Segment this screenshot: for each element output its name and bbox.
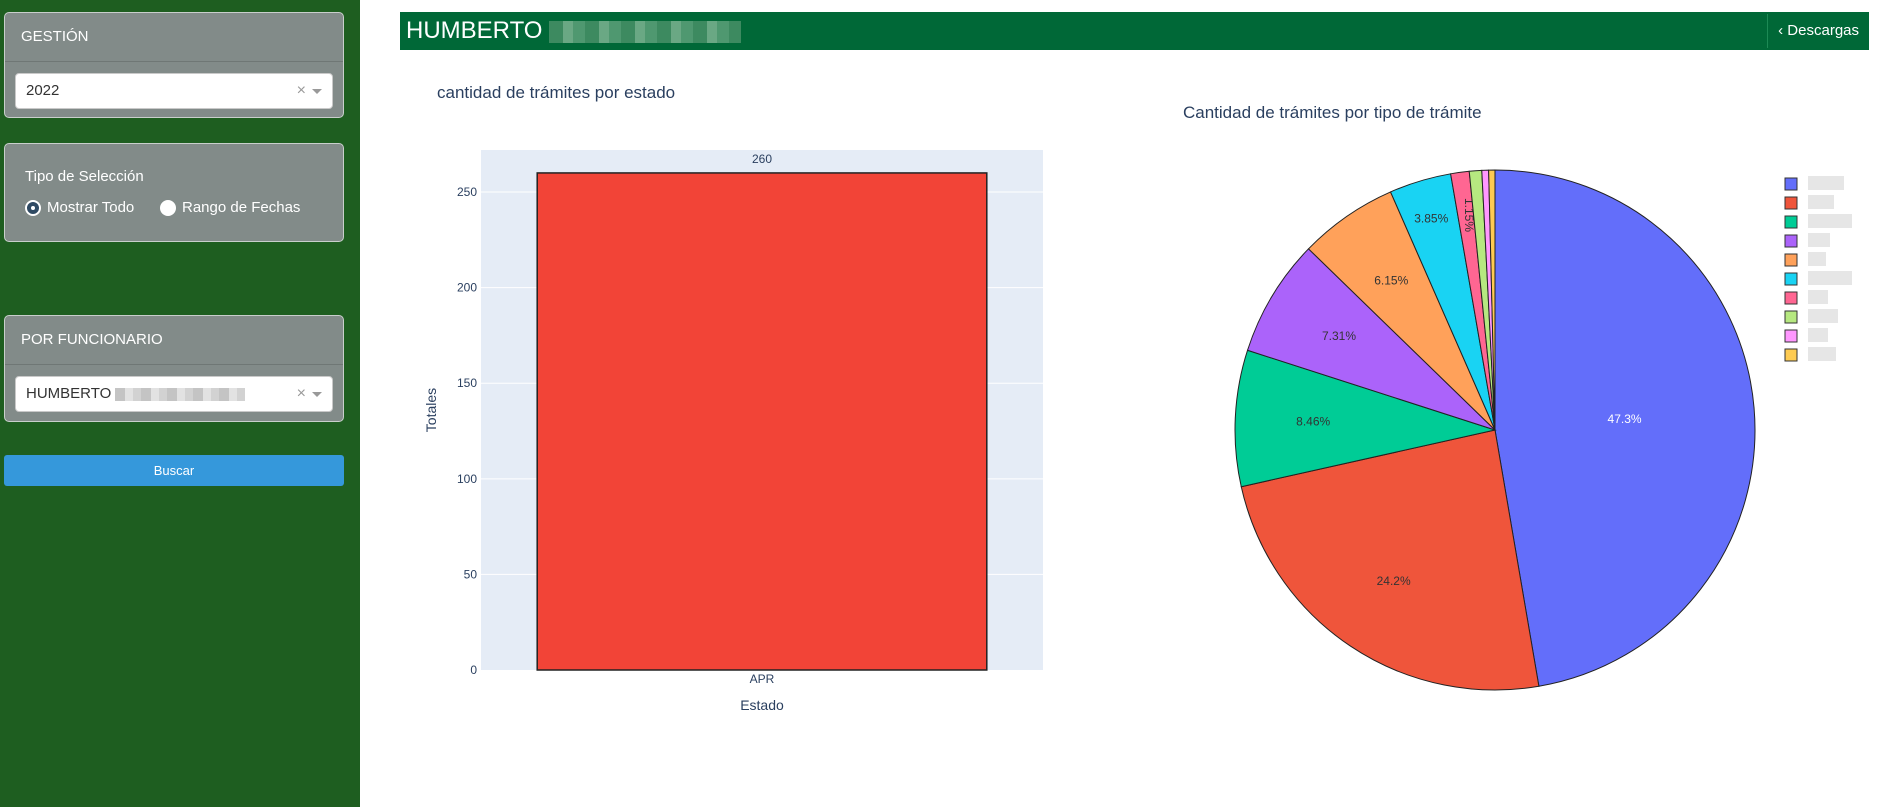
y-tick-label: 0 bbox=[470, 663, 477, 677]
radio-mostrar-todo-label: Mostrar Todo bbox=[47, 199, 135, 216]
gestion-header: GESTIÓN bbox=[5, 13, 343, 62]
radio-rango-fechas[interactable]: Rango de Fechas bbox=[160, 199, 300, 216]
radio-checked-icon[interactable] bbox=[25, 199, 41, 216]
clear-icon[interactable]: × bbox=[297, 377, 306, 411]
chevron-down-icon[interactable] bbox=[312, 89, 322, 94]
pie-slice bbox=[1494, 169, 1756, 687]
legend-swatch bbox=[1784, 215, 1798, 229]
legend-swatch bbox=[1784, 272, 1798, 286]
legend-swatch bbox=[1784, 234, 1798, 248]
legend-swatch bbox=[1784, 291, 1798, 305]
y-tick-label: 200 bbox=[457, 281, 477, 295]
legend-swatch bbox=[1784, 196, 1798, 210]
descargas-button[interactable]: ‹ Descargas bbox=[1767, 14, 1869, 48]
legend-swatch bbox=[1784, 348, 1798, 362]
bar-chart-title: cantidad de trámites por estado bbox=[437, 83, 676, 102]
bar-chart: 0 50 100 150 200 250 260 APR Estado Totales bbox=[423, 150, 1043, 713]
pie-data-label: 8.46% bbox=[1296, 415, 1330, 429]
funcionario-header: POR FUNCIONARIO bbox=[5, 316, 343, 365]
gestion-value: 2022 bbox=[26, 82, 60, 99]
legend-swatch bbox=[1784, 253, 1798, 267]
redacted-name bbox=[549, 20, 742, 43]
funcionario-select[interactable]: HUMBERTO × bbox=[15, 376, 333, 412]
pie-data-label: 6.15% bbox=[1374, 273, 1408, 287]
legend-label-redacted bbox=[1808, 309, 1838, 323]
x-tick-label: APR bbox=[750, 672, 775, 686]
legend-label-redacted bbox=[1808, 214, 1852, 228]
legend-label-redacted bbox=[1808, 252, 1826, 266]
bar-data-label: 260 bbox=[752, 152, 772, 166]
legend-label-redacted bbox=[1808, 176, 1844, 190]
header-bar: HUMBERTO ‹ Descargas bbox=[400, 12, 1869, 50]
legend-label-redacted bbox=[1808, 233, 1830, 247]
sidebar: GESTIÓN 2022 × Tipo de Selección Mostrar… bbox=[0, 0, 360, 807]
tipo-seleccion-panel: Tipo de Selección Mostrar Todo Rango de … bbox=[4, 143, 344, 242]
buscar-button[interactable]: Buscar bbox=[4, 455, 344, 486]
legend-swatch bbox=[1784, 310, 1798, 324]
page-title: HUMBERTO bbox=[406, 12, 742, 50]
y-axis-label: Totales bbox=[423, 388, 439, 432]
pie-data-label: 47.3% bbox=[1608, 412, 1642, 426]
radio-mostrar-todo[interactable]: Mostrar Todo bbox=[25, 199, 134, 216]
pie-chart-title: Cantidad de trámites por tipo de trámite bbox=[1183, 103, 1482, 122]
clear-icon[interactable]: × bbox=[297, 74, 306, 108]
funcionario-panel: POR FUNCIONARIO HUMBERTO × bbox=[4, 315, 344, 422]
gestion-select[interactable]: 2022 × bbox=[15, 73, 333, 109]
radio-rango-fechas-label: Rango de Fechas bbox=[182, 199, 301, 216]
chevron-down-icon[interactable] bbox=[312, 392, 322, 397]
y-tick-label: 150 bbox=[457, 376, 477, 390]
funcionario-value: HUMBERTO bbox=[26, 377, 246, 411]
legend-label-redacted bbox=[1808, 328, 1828, 342]
bar bbox=[536, 172, 988, 671]
legend-label-redacted bbox=[1808, 290, 1828, 304]
legend-label-redacted bbox=[1808, 347, 1836, 361]
redacted-name bbox=[115, 387, 246, 401]
pie-data-label: 3.85% bbox=[1414, 211, 1448, 225]
legend-swatch bbox=[1784, 329, 1798, 343]
y-tick-label: 100 bbox=[457, 472, 477, 486]
radio-unchecked-icon[interactable] bbox=[160, 199, 176, 216]
legend-label-redacted bbox=[1808, 195, 1834, 209]
pie-data-label: 7.31% bbox=[1322, 329, 1356, 343]
y-tick-label: 250 bbox=[457, 185, 477, 199]
legend-label-redacted bbox=[1808, 271, 1852, 285]
x-axis-label: Estado bbox=[740, 697, 784, 713]
legend-swatch bbox=[1784, 177, 1798, 191]
gestion-panel: GESTIÓN 2022 × bbox=[4, 12, 344, 118]
tipo-seleccion-title: Tipo de Selección bbox=[25, 168, 144, 185]
pie-data-label: 24.2% bbox=[1377, 574, 1411, 588]
pie-chart: 47.3%24.2%8.46%7.31%6.15%3.85% 1.15% bbox=[1234, 169, 1852, 691]
y-tick-label: 50 bbox=[464, 567, 478, 581]
